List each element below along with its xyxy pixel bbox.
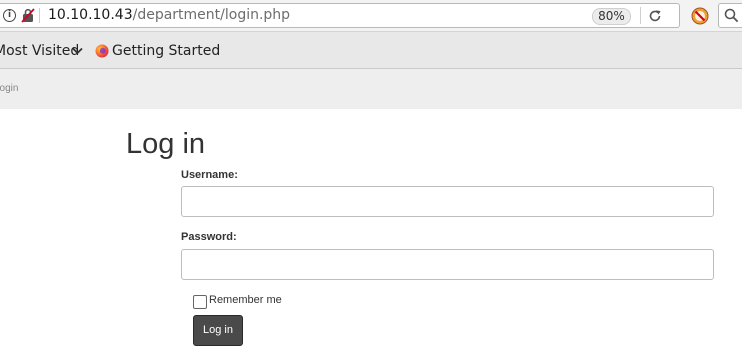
url-path: /department/login.php xyxy=(132,7,291,23)
url-host: 10.10.10.43 xyxy=(48,7,133,23)
reload-icon[interactable] xyxy=(647,8,663,24)
chevron-down-icon[interactable] xyxy=(72,47,83,55)
password-label: Password: xyxy=(181,231,237,243)
navigation-toolbar: i 10.10.10.43/department/login.php 80% xyxy=(0,0,742,31)
username-input[interactable] xyxy=(181,186,714,217)
search-bar[interactable] xyxy=(718,3,742,28)
search-icon xyxy=(724,8,739,23)
bookmarks-toolbar: Most Visited Getting Started xyxy=(0,31,742,69)
reload-separator xyxy=(640,7,641,24)
bookmark-getting-started[interactable]: Getting Started xyxy=(112,42,220,60)
username-label: Username: xyxy=(181,169,238,181)
page-title: Log in xyxy=(126,128,206,160)
page-header: Login xyxy=(0,69,742,109)
password-input[interactable] xyxy=(181,249,714,280)
url-separator xyxy=(39,8,40,23)
bookmark-most-visited[interactable]: Most Visited xyxy=(0,42,79,60)
extension-icon[interactable] xyxy=(691,7,709,25)
info-icon[interactable]: i xyxy=(3,9,16,22)
breadcrumb: Login xyxy=(0,83,19,94)
login-button[interactable]: Log in xyxy=(193,315,243,346)
insecure-connection-icon[interactable] xyxy=(21,8,35,23)
remember-me-label: Remember me xyxy=(209,294,282,306)
url-text[interactable]: 10.10.10.43/department/login.php xyxy=(48,6,290,25)
firefox-icon xyxy=(95,44,109,58)
zoom-indicator[interactable]: 80% xyxy=(592,8,631,25)
url-bar[interactable]: i 10.10.10.43/department/login.php 80% xyxy=(0,3,680,28)
remember-me-checkbox[interactable] xyxy=(193,295,207,309)
